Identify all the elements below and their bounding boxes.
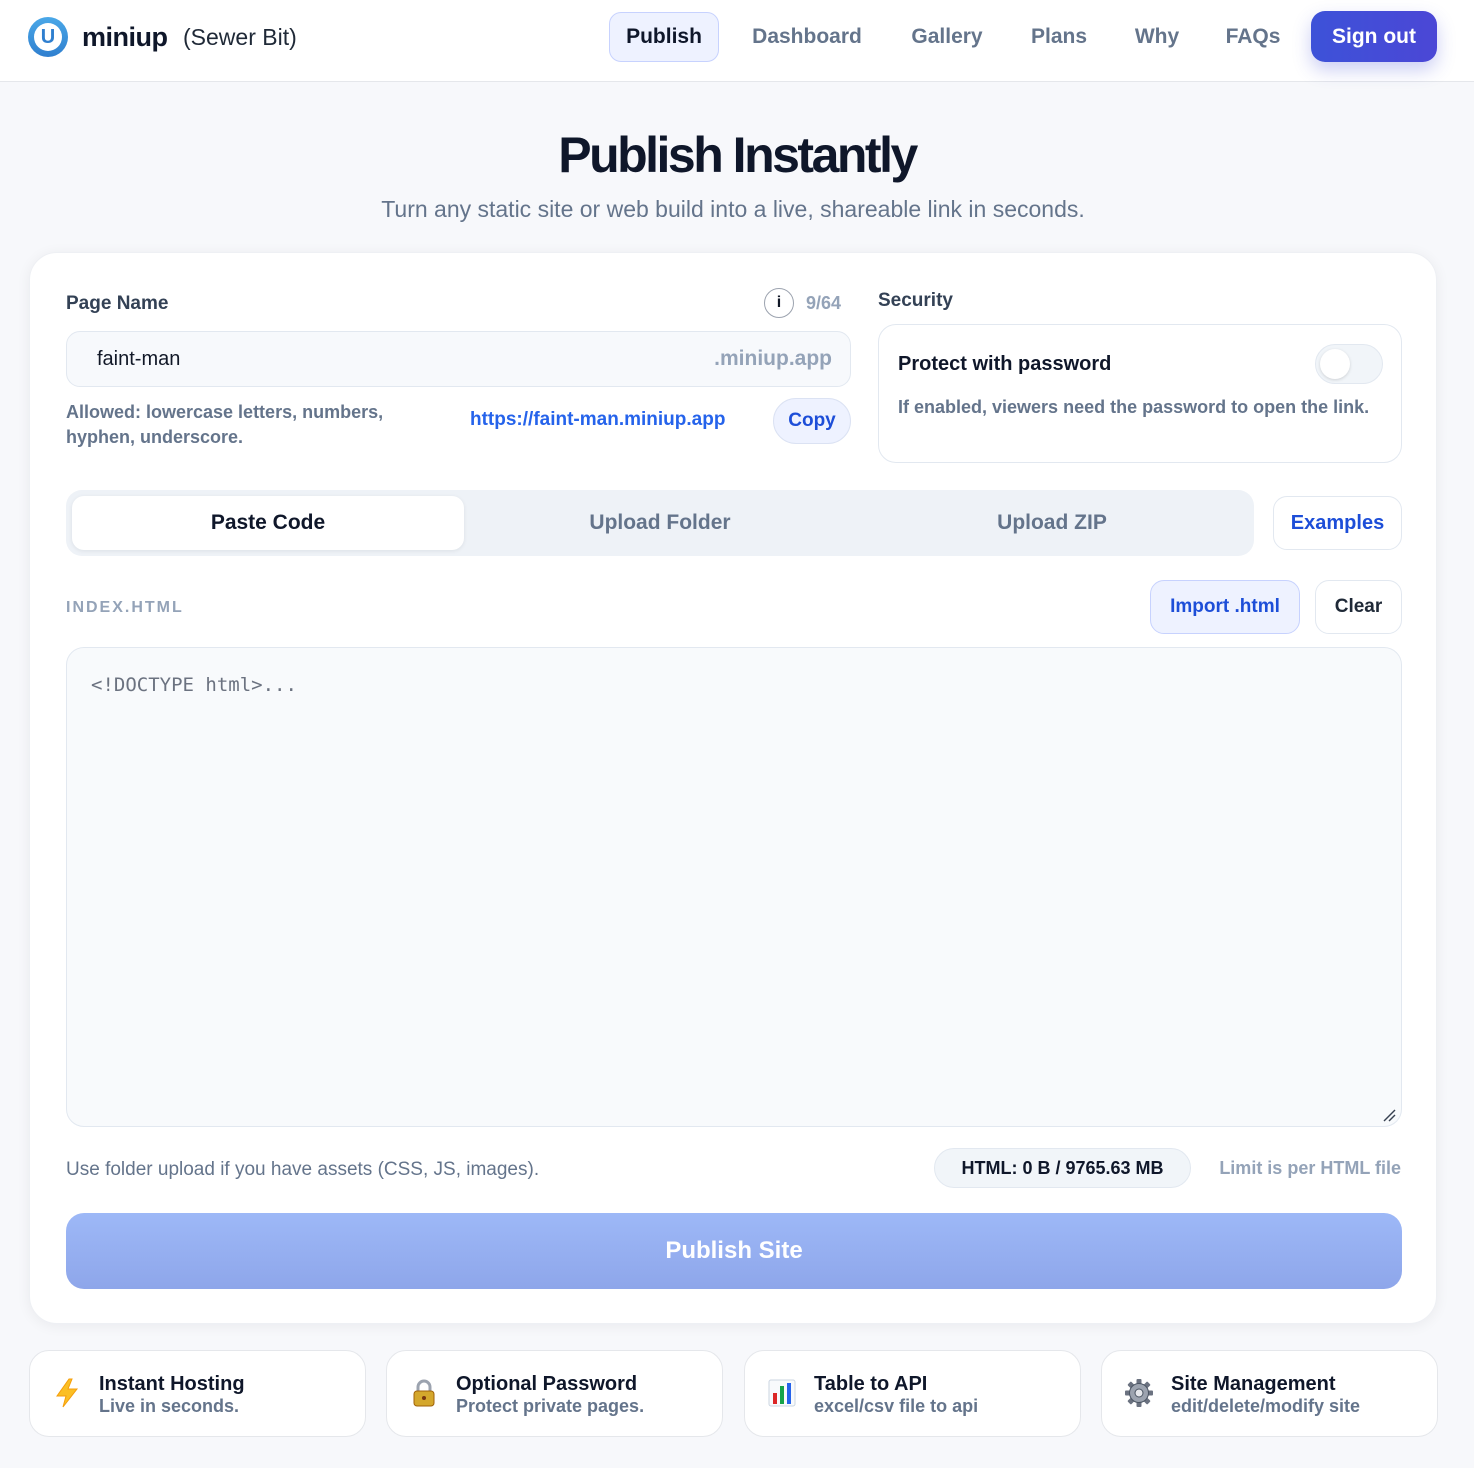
allowed-chars-hint: Allowed: lowercase letters, numbers, hyp…	[66, 402, 384, 447]
feature-card-optional-password: Optional Password Protect private pages.	[386, 1350, 723, 1437]
nav-why[interactable]: Why	[1122, 12, 1192, 62]
sign-out-button[interactable]: Sign out	[1311, 11, 1437, 62]
tab-upload-folder[interactable]: Upload Folder	[464, 496, 856, 550]
logo-letter: U	[34, 23, 62, 51]
lightning-icon	[56, 1378, 79, 1408]
clear-button[interactable]: Clear	[1315, 580, 1402, 634]
security-label: Security	[878, 290, 953, 311]
top-navbar: U miniup (Sewer Bit) Publish Dashboard G…	[0, 0, 1474, 82]
nav-gallery[interactable]: Gallery	[897, 12, 997, 62]
workspace-name: (Sewer Bit)	[183, 24, 297, 50]
feature-card-site-management: Site Management edit/delete/modify site	[1101, 1350, 1438, 1437]
limit-note: Limit is per HTML file	[1219, 1158, 1401, 1178]
bar-chart-icon	[768, 1379, 796, 1407]
feature-description: Protect private pages.	[456, 1396, 645, 1416]
nav-faqs[interactable]: FAQs	[1213, 12, 1293, 62]
assets-hint: Use folder upload if you have assets (CS…	[66, 1159, 540, 1180]
resize-handle-icon[interactable]	[1382, 1108, 1396, 1122]
nav-dashboard[interactable]: Dashboard	[742, 12, 872, 62]
char-counter: 9/64	[806, 293, 842, 313]
publish-site-button[interactable]: Publish Site	[66, 1213, 1402, 1289]
feature-description: Live in seconds.	[99, 1396, 240, 1416]
nav-plans[interactable]: Plans	[1019, 12, 1099, 62]
site-url-link[interactable]: https://faint-man.miniup.app	[470, 409, 725, 431]
tab-upload-zip[interactable]: Upload ZIP	[856, 496, 1248, 550]
import-html-button[interactable]: Import .html	[1150, 580, 1300, 634]
nav-publish[interactable]: Publish	[609, 12, 719, 62]
domain-suffix: .miniup.app	[714, 347, 832, 370]
examples-button[interactable]: Examples	[1273, 496, 1402, 550]
gear-icon	[1125, 1379, 1153, 1407]
tab-paste-code[interactable]: Paste Code	[72, 496, 464, 550]
html-size-badge: HTML: 0 B / 9765.63 MB	[934, 1148, 1191, 1188]
feature-card-table-to-api: Table to API excel/csv file to api	[744, 1350, 1081, 1437]
brand-name[interactable]: miniup	[82, 22, 168, 53]
logo-icon[interactable]: U	[28, 17, 68, 57]
password-toggle[interactable]	[1315, 344, 1383, 384]
feature-title: Instant Hosting	[99, 1373, 245, 1395]
page-title: Publish Instantly	[558, 127, 918, 183]
protect-password-description: If enabled, viewers need the password to…	[898, 397, 1370, 417]
page-name-field: .miniup.app	[66, 331, 851, 387]
copy-url-button[interactable]: Copy	[773, 398, 851, 444]
feature-description: edit/delete/modify site	[1171, 1396, 1361, 1416]
toggle-knob	[1320, 349, 1350, 379]
protect-password-title: Protect with password	[898, 353, 1112, 375]
feature-title: Table to API	[814, 1373, 928, 1395]
lock-icon	[413, 1379, 435, 1407]
page-name-label: Page Name	[66, 293, 169, 314]
feature-title: Optional Password	[456, 1373, 638, 1395]
info-icon[interactable]: i	[764, 288, 794, 318]
page-subtitle: Turn any static site or web build into a…	[381, 196, 1085, 222]
code-editor[interactable]	[66, 647, 1402, 1127]
feature-card-instant-hosting: Instant Hosting Live in seconds.	[29, 1350, 366, 1437]
password-protection-panel: Protect with password If enabled, viewer…	[878, 324, 1402, 463]
page-name-input[interactable]	[97, 332, 657, 386]
publish-card: Page Name i 9/64 .miniup.app Allowed: lo…	[29, 252, 1437, 1324]
feature-title: Site Management	[1171, 1373, 1336, 1395]
feature-description: excel/csv file to api	[814, 1396, 979, 1416]
source-tabs: Paste Code Upload Folder Upload ZIP	[66, 490, 1254, 556]
file-name-label: INDEX.HTML	[66, 599, 184, 616]
